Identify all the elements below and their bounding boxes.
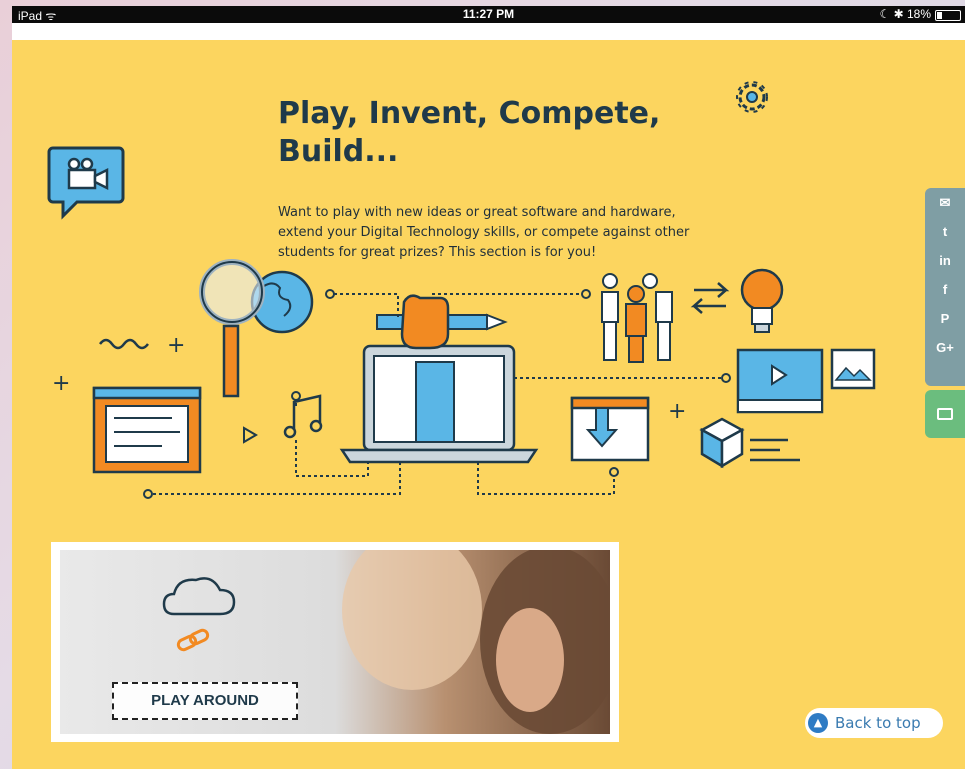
svg-text:+: + (167, 333, 185, 358)
browser-window-icon (92, 386, 202, 474)
hand-pencil-icon (376, 294, 508, 350)
status-time: 11:27 PM (462, 7, 515, 21)
music-note-icon (283, 394, 323, 439)
card-photo: PLAY AROUND (60, 550, 610, 734)
back-to-top-button[interactable]: ▲ Back to top (805, 708, 943, 738)
back-to-top-label: Back to top (835, 714, 921, 732)
twitter-icon[interactable]: t (925, 217, 965, 246)
status-bar: iPad ᯤ 11:27 PM ☾ ✱ 18% (12, 6, 965, 23)
page-content: + + + ✉ t in f P G+ Play, Invent, Compet… (12, 40, 965, 769)
lightbulb-icon (740, 268, 784, 333)
battery-icon (935, 10, 961, 21)
play-around-button[interactable]: PLAY AROUND (112, 682, 298, 720)
google-plus-icon[interactable]: G+ (925, 333, 965, 362)
facebook-icon[interactable]: f (925, 275, 965, 304)
image-icon (830, 348, 876, 390)
student-face-right (496, 608, 564, 712)
linkedin-icon[interactable]: in (925, 246, 965, 275)
link-icon (176, 628, 210, 652)
video-player-icon (736, 348, 824, 414)
cloud-icon (162, 577, 236, 616)
svg-text:+: + (668, 399, 686, 424)
email-icon[interactable]: ✉ (925, 188, 965, 217)
laptop-icon (339, 344, 539, 464)
browser-top-bar (12, 23, 965, 40)
svg-text:+: + (52, 371, 70, 396)
pinterest-icon[interactable]: P (925, 304, 965, 333)
newsletter-icon (937, 408, 953, 420)
cube-icon (699, 417, 800, 469)
play-around-card[interactable]: PLAY AROUND (51, 542, 619, 742)
battery-level: ☾ ✱ 18% (879, 7, 932, 21)
download-folder-icon (570, 396, 650, 462)
newsletter-button[interactable] (925, 390, 965, 438)
chevron-up-icon: ▲ (808, 713, 828, 733)
video-chat-icon (47, 146, 125, 220)
student-face-left (342, 550, 482, 690)
play-triangle-icon (243, 426, 258, 444)
social-share-bar: ✉ t in f P G+ (925, 188, 965, 386)
intro-text: Want to play with new ideas or great sof… (278, 205, 690, 260)
gear-icon (736, 81, 768, 113)
globe-magnifier-icon (199, 259, 314, 398)
page-title: Play, Invent, Compete, Build... (278, 96, 661, 169)
exchange-arrows-icon (690, 282, 730, 314)
people-group-icon (601, 273, 673, 363)
wave-decoration (99, 338, 149, 350)
